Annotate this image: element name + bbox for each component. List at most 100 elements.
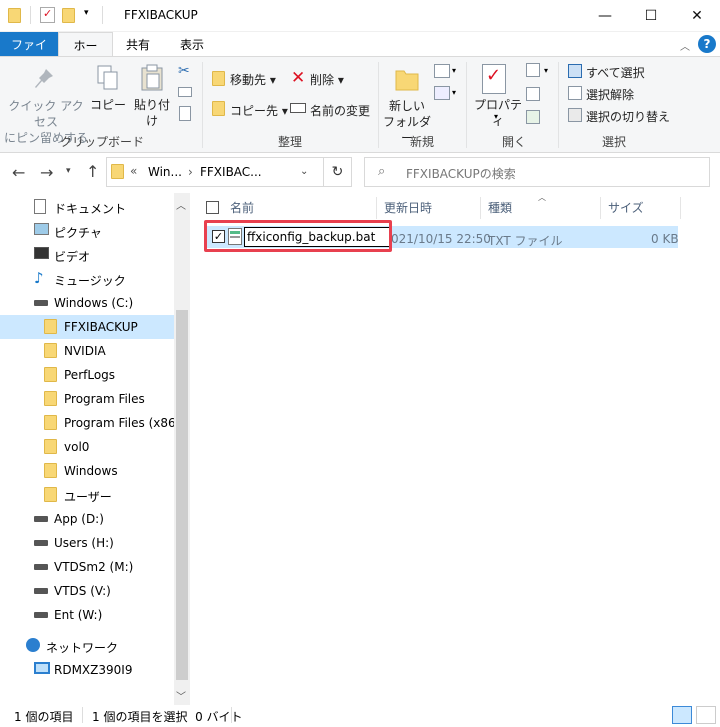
recent-locations-icon[interactable]: ▾ [66, 166, 71, 176]
chevron-down-icon: ▾ [452, 88, 457, 97]
sidebar-item-label: App (D:) [54, 512, 104, 526]
open-icon[interactable] [526, 63, 540, 77]
tab-file[interactable]: ファイル [0, 32, 58, 69]
search-input[interactable]: FFXIBACKUPの検索 [406, 165, 516, 182]
sidebar-item-[interactable]: ピクチャ [0, 219, 174, 243]
select-all-button[interactable]: すべて選択 [586, 64, 645, 81]
document-icon [34, 199, 46, 217]
sidebar-item-windows[interactable]: Windows [0, 459, 174, 483]
sidebar-item-label: ミュージック [54, 274, 126, 288]
sidebar-item-windows-c[interactable]: Windows (C:) [0, 291, 174, 315]
copy-button[interactable]: コピー [90, 97, 126, 113]
rename-button[interactable]: 名前の変更 [310, 102, 370, 119]
move-to-icon [212, 71, 225, 89]
delete-label: 削除 [310, 73, 335, 87]
sidebar-item-[interactable]: ドキュメント [0, 195, 174, 219]
breadcrumb-separator-icon: › [188, 165, 193, 179]
close-button[interactable]: ✕ [674, 0, 720, 32]
sidebar-item-[interactable]: ネットワーク [0, 634, 174, 658]
invert-selection-icon [568, 108, 582, 122]
divider [202, 62, 203, 148]
sidebar-item-program-files-x86[interactable]: Program Files (x86) [0, 411, 180, 435]
folder-icon [44, 439, 57, 457]
cut-icon[interactable]: ✂ [178, 63, 190, 79]
sidebar-item-vtdsm2-m[interactable]: VTDSm2 (M:) [0, 555, 174, 579]
minimize-button[interactable]: — [582, 0, 628, 32]
sidebar-item-label: Users (H:) [54, 536, 114, 550]
properties-quick-icon[interactable]: ✓ [40, 7, 55, 23]
nav-scrollbar-thumb[interactable] [176, 310, 188, 680]
scroll-down-icon[interactable]: ﹀ [176, 688, 186, 703]
details-view-icon[interactable] [672, 706, 692, 724]
sidebar-item-[interactable]: ユーザー [0, 483, 174, 507]
sidebar-item-vol0[interactable]: vol0 [0, 435, 174, 459]
customize-quick-access-icon[interactable]: ▾ [84, 8, 89, 18]
select-none-button[interactable]: 選択解除 [586, 86, 634, 103]
drive-icon [34, 559, 48, 573]
folder-icon [44, 415, 57, 433]
paste-shortcut-icon[interactable] [179, 106, 191, 121]
tab-view[interactable]: 表示 [170, 32, 214, 56]
history-icon[interactable] [526, 110, 540, 124]
refresh-icon[interactable]: ↻ [324, 157, 352, 187]
path-overflow-icon[interactable]: « [130, 164, 137, 178]
group-organize-label: 整理 [277, 135, 302, 149]
column-header-modified[interactable]: 更新日時 [384, 195, 432, 219]
divider [680, 197, 681, 219]
move-to-label: 移動先 [230, 73, 267, 87]
folder-icon [44, 487, 57, 505]
sidebar-item-[interactable]: ビデオ [0, 243, 174, 267]
sidebar-item-[interactable]: ♪ ミュージック [0, 267, 174, 291]
paste-button[interactable]: 貼り付け [130, 97, 174, 129]
column-header-type[interactable]: 種類 [488, 195, 512, 219]
sidebar-item-label: ビデオ [54, 250, 91, 264]
divider [30, 6, 31, 24]
sidebar-item-perflogs[interactable]: PerfLogs [0, 363, 174, 387]
divider [558, 62, 559, 148]
folder-icon [111, 164, 124, 182]
sidebar-item-ffxibackup[interactable]: FFXIBACKUP [0, 315, 174, 339]
chevron-down-icon[interactable]: ⌄ [300, 166, 308, 177]
chevron-down-icon: ▾ [544, 66, 549, 75]
select-all-checkbox[interactable] [206, 201, 219, 214]
back-arrow-icon[interactable]: ← [12, 163, 25, 182]
column-header-size[interactable]: サイズ [608, 195, 644, 219]
breadcrumb-windows[interactable]: Win... [148, 165, 182, 179]
music-icon: ♪ [34, 269, 44, 287]
column-header-name[interactable]: 名前 [230, 195, 254, 219]
sidebar-item-label: Windows [64, 464, 118, 478]
sidebar-item-app-d[interactable]: App (D:) [0, 507, 174, 531]
sidebar-item-nvidia[interactable]: NVIDIA [0, 339, 174, 363]
sort-ascending-icon: ︿ [538, 193, 546, 202]
new-item-icon[interactable] [434, 64, 450, 78]
paste-icon [140, 64, 164, 92]
tab-share[interactable]: 共有 [116, 32, 160, 56]
delete-button[interactable]: 削除 ▾ [310, 71, 344, 88]
up-arrow-icon[interactable]: ↑ [86, 162, 99, 181]
tab-home[interactable]: ホーム [58, 32, 113, 70]
sidebar-item-program-files[interactable]: Program Files [0, 387, 174, 411]
large-icons-view-icon[interactable] [696, 706, 716, 724]
copy-path-icon[interactable] [178, 87, 192, 97]
breadcrumb-ffxibackup[interactable]: FFXIBAC... [200, 165, 262, 179]
move-to-button[interactable]: 移動先 ▾ [230, 71, 276, 88]
help-icon[interactable]: ? [698, 35, 716, 53]
forward-arrow-icon[interactable]: → [40, 163, 53, 182]
sidebar-item-rdmxz390i9[interactable]: RDMXZ390I9 [0, 658, 174, 682]
invert-selection-button[interactable]: 選択の切り替え [586, 108, 670, 125]
file-size: 0 KB [651, 232, 679, 246]
edit-icon[interactable] [526, 87, 540, 101]
window-title: FFXIBACKUP [124, 8, 198, 22]
copy-to-button[interactable]: コピー先 ▾ [230, 102, 288, 119]
easy-access-icon[interactable] [434, 86, 450, 100]
sidebar-item-users-h[interactable]: Users (H:) [0, 531, 174, 555]
sidebar-item-label: NVIDIA [64, 344, 106, 358]
maximize-button[interactable]: ☐ [628, 0, 674, 32]
sidebar-item-label: Program Files (x86) [64, 416, 181, 430]
new-folder-quick-icon[interactable] [62, 8, 75, 26]
folder-icon [44, 367, 57, 385]
sidebar-item-vtds-v[interactable]: VTDS (V:) [0, 579, 174, 603]
scroll-up-icon[interactable]: ︿ [176, 197, 186, 212]
collapse-ribbon-icon[interactable]: ︿ [680, 38, 690, 53]
sidebar-item-ent-w[interactable]: Ent (W:) [0, 603, 174, 627]
